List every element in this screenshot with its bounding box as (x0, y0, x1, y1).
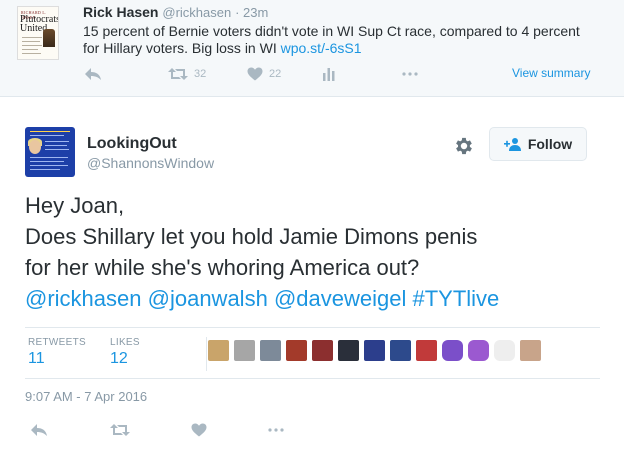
reply-button[interactable] (30, 418, 48, 442)
likes-label: LIKES (110, 337, 140, 348)
retweet-icon (110, 424, 130, 436)
liker-avatar[interactable] (338, 340, 359, 361)
follow-label: Follow (527, 136, 573, 152)
settings-button[interactable] (453, 135, 475, 157)
author-name[interactable]: Rick Hasen (83, 4, 158, 20)
likes-stat[interactable]: LIKES 12 (110, 337, 140, 368)
mention-link[interactable]: @joanwalsh (148, 286, 268, 311)
parent-text-line: for Hillary voters. Big loss in WI wpo.s… (83, 40, 608, 57)
hashtag-link[interactable]: #TYTlive (412, 286, 499, 311)
reply-icon (85, 68, 101, 80)
tweet-timestamp[interactable]: 9:07 AM - 7 Apr 2016 (25, 389, 147, 404)
retweet-button[interactable] (110, 418, 130, 442)
likers-list (208, 340, 541, 361)
avatar-figure (43, 29, 55, 47)
retweets-count: 11 (28, 350, 45, 367)
parent-text-line: 15 percent of Bernie voters didn't vote … (83, 23, 580, 39)
avatar-decoration (45, 145, 67, 146)
reply-button[interactable] (84, 62, 102, 86)
tweet-text: Hey Joan, Does Shillary let you hold Jam… (25, 190, 610, 314)
liker-avatar[interactable] (468, 340, 489, 361)
avatar-decoration (22, 49, 38, 50)
avatar-decoration (30, 169, 60, 170)
liker-avatar[interactable] (390, 340, 411, 361)
more-icon (402, 72, 418, 76)
avatar-decoration (30, 131, 70, 132)
analytics-icon (323, 68, 335, 81)
avatar-decoration (22, 41, 40, 42)
retweets-stat[interactable]: RETWEETS 11 (28, 337, 86, 368)
more-button[interactable] (402, 62, 418, 86)
like-count: 22 (269, 68, 282, 80)
avatar-decoration (30, 161, 64, 162)
parent-tweet-text: 15 percent of Bernie voters didn't vote … (83, 23, 608, 57)
liker-avatar[interactable] (416, 340, 437, 361)
avatar-decoration (22, 45, 42, 46)
gear-icon (456, 137, 472, 155)
liker-avatar[interactable] (208, 340, 229, 361)
tweet-text-line: Does Shillary let you hold Jamie Dimons … (25, 224, 478, 249)
author-line: Rick Hasen @rickhasen · 23m (83, 4, 268, 20)
author-name[interactable]: LookingOut (87, 135, 177, 153)
liker-avatar[interactable] (364, 340, 385, 361)
avatar-decoration (45, 141, 69, 142)
parent-tweet[interactable]: RICHARD L. HASEN Plutocrats United Rick … (0, 0, 624, 97)
liker-avatar[interactable] (234, 340, 255, 361)
more-button[interactable] (268, 418, 284, 442)
tweet-text-line: Hey Joan, (25, 193, 125, 218)
like-icon (191, 423, 207, 437)
reply-icon (31, 424, 47, 436)
avatar-decoration (30, 165, 68, 166)
avatar-decoration (30, 135, 64, 136)
avatar-decoration (22, 37, 42, 38)
avatar-decoration (45, 149, 69, 150)
avatar-decoration (30, 157, 68, 158)
retweet-button[interactable]: 32 (168, 62, 206, 86)
retweet-icon (168, 68, 188, 80)
author-avatar[interactable]: RICHARD L. HASEN Plutocrats United (17, 6, 59, 60)
liker-avatar[interactable] (494, 340, 515, 361)
stats-divider (206, 337, 207, 371)
like-button[interactable]: 22 (247, 62, 281, 86)
author-handle[interactable]: @ShannonsWindow (87, 155, 214, 171)
author-avatar[interactable] (25, 127, 75, 177)
liker-avatar[interactable] (442, 340, 463, 361)
like-button[interactable] (191, 418, 207, 442)
author-handle[interactable]: @rickhasen (162, 5, 231, 20)
mention-link[interactable]: @rickhasen (25, 286, 142, 311)
liker-avatar[interactable] (260, 340, 281, 361)
tweet-text-line: for her while she's whoring America out? (25, 255, 420, 280)
liker-avatar[interactable] (286, 340, 307, 361)
liker-avatar[interactable] (312, 340, 333, 361)
tweet-action-bar (0, 418, 624, 444)
view-summary-link[interactable]: View summary (512, 66, 590, 80)
tweet-link[interactable]: wpo.st/-6sS1 (281, 40, 362, 56)
retweets-label: RETWEETS (28, 337, 86, 348)
add-user-icon (503, 138, 521, 151)
retweet-count: 32 (194, 68, 207, 80)
more-icon (268, 428, 284, 432)
tweet-stats: RETWEETS 11 LIKES 12 (25, 327, 600, 379)
analytics-button[interactable] (323, 62, 335, 86)
like-icon (247, 67, 263, 81)
tweet-mentions-line: @rickhasen @joanwalsh @daveweigel #TYTli… (25, 283, 610, 314)
liker-avatar[interactable] (520, 340, 541, 361)
avatar-decoration (22, 53, 41, 54)
avatar-figure (29, 140, 41, 154)
likes-count: 12 (110, 350, 128, 367)
tweet-time[interactable]: · 23m (235, 5, 268, 20)
mention-link[interactable]: @daveweigel (274, 286, 406, 311)
parent-text-segment: for Hillary voters. Big loss in WI (83, 40, 281, 56)
follow-button[interactable]: Follow (489, 127, 587, 161)
